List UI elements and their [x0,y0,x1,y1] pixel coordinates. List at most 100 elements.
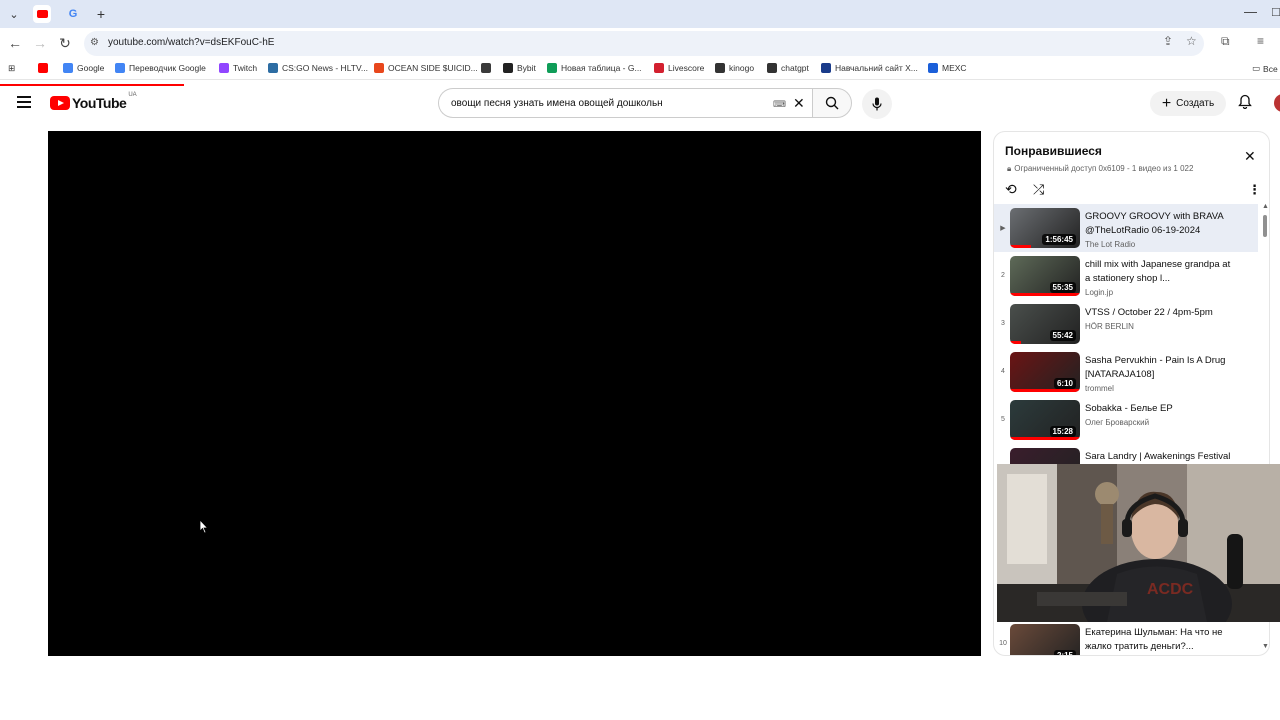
video-thumbnail[interactable]: 55:35 [1010,256,1080,296]
loop-playlist-icon[interactable]: ⟲ [1005,181,1017,198]
bookmark-item[interactable]: Livescore [654,63,704,73]
bookmark-label: MEXC [942,63,967,73]
list-item[interactable]: 3 55:42 VTSS / October 22 / 4pm-5pm HÖR BER… [994,300,1258,348]
create-button[interactable]: + Создать [1150,91,1226,116]
list-item-index: 4 [1001,368,1005,375]
scroll-up-arrow-icon[interactable]: ▲ [1262,203,1269,210]
video-title[interactable]: Екатерина Шульман: На что не жалко трати… [1085,626,1235,654]
video-thumbnail[interactable]: 1:56:45 [1010,208,1080,248]
list-item[interactable]: 2 55:35 chill mix with Japanese grandpa at… [994,252,1258,300]
list-item[interactable]: ▶ 1:56:45 GROOVY GROOVY with BRAVA @TheLot… [994,204,1258,252]
bookmark-item[interactable]: chatgpt [767,63,809,73]
video-title[interactable]: Sobakka - Белье EP [1085,402,1235,416]
back-arrow-icon[interactable]: ← [6,34,24,52]
channel-name[interactable]: Олег Броварский [1085,418,1149,427]
channel-name[interactable]: Login.jp [1085,288,1113,297]
video-thumbnail[interactable]: 6:10 [1010,352,1080,392]
video-title[interactable]: Sasha Pervukhin - Pain Is A Drug [NATARA… [1085,354,1235,382]
duration-badge: 15:28 [1049,426,1076,437]
install-app-icon[interactable]: ⇪ [1163,34,1173,48]
search-button[interactable] [812,88,852,118]
youtube-tab[interactable] [33,5,51,23]
video-thumbnail[interactable]: 15:28 [1010,400,1080,440]
list-item[interactable]: 4 6:10 Sasha Pervukhin - Pain Is A Drug [N… [994,348,1258,396]
minimize-icon[interactable]: — [1244,4,1257,19]
video-thumbnail[interactable]: 2:15 [1010,624,1080,655]
duration-badge: 6:10 [1053,378,1076,389]
bookmark-item[interactable] [38,63,52,73]
youtube-logo[interactable]: YouTube UA [50,92,137,111]
video-player[interactable] [48,131,981,656]
search-input[interactable]: овощи песня узнать имена овощей дошкольн… [438,88,812,118]
svg-text:ACDC: ACDC [1147,581,1194,598]
bookmark-favicon-icon [767,63,777,73]
bookmark-label: OCEAN SIDE $UICID... [388,63,478,73]
webcam-person-image: ACDC [997,464,1280,622]
notifications-bell-icon[interactable] [1238,94,1252,112]
bookmark-item[interactable]: Twitch [219,63,257,73]
bookmark-favicon-icon [503,63,513,73]
scrollbar-thumb[interactable] [1263,215,1267,237]
browser-toolbar: ← → ↻ ⚙ youtube.com/watch?v=dsEKFouC-hE … [0,28,1280,58]
mouse-cursor-icon [199,518,209,539]
video-title[interactable]: chill mix with Japanese grandpa at a sta… [1085,258,1235,286]
list-item[interactable]: 10 2:15 Екатерина Шульман: На что не жалко… [994,620,1258,655]
bookmark-favicon-icon [374,63,384,73]
bookmark-item[interactable]: CS:GO News - HLTV... [268,63,368,73]
channel-name[interactable]: HÖR BERLIN [1085,322,1134,331]
bookmark-item[interactable] [481,63,495,73]
duration-badge: 1:56:45 [1042,234,1076,245]
maximize-icon[interactable]: □ [1272,4,1280,19]
bookmark-favicon-icon [63,63,73,73]
bookmark-item[interactable]: MEXC [928,63,967,73]
close-playlist-icon[interactable]: ✕ [1244,148,1256,165]
tab-search-chevron-icon[interactable]: ⌄ [5,5,23,23]
forward-arrow-icon[interactable]: → [31,34,49,52]
channel-name[interactable]: The Lot Radio [1085,240,1135,249]
bookmark-item[interactable]: Переводчик Google [115,63,206,73]
scroll-down-arrow-icon[interactable]: ▼ [1262,643,1269,650]
reload-icon[interactable]: ↻ [56,34,74,52]
more-options-icon[interactable]: ⋮ [1248,182,1261,198]
reading-list-icon[interactable]: ≡ [1257,34,1264,48]
keyboard-icon[interactable]: ⌨ [773,99,786,110]
bookmark-item[interactable]: Bybit [503,63,536,73]
all-bookmarks[interactable]: ▭ Все [1252,63,1278,74]
bookmark-item[interactable]: kinogo [715,63,754,73]
youtube-play-logo-icon [50,96,70,110]
address-bar[interactable]: ⚙ youtube.com/watch?v=dsEKFouC-hE [84,31,1204,56]
clear-search-icon[interactable]: ✕ [793,95,805,112]
bookmark-label: Bybit [517,63,536,73]
plus-icon: + [1161,94,1172,112]
list-item-index: 3 [1001,320,1005,327]
voice-search-button[interactable] [862,89,892,119]
playlist-title[interactable]: Понравившиеся [1005,144,1102,158]
bookmark-item[interactable]: Новая таблица - G... [547,63,642,73]
bookmark-item[interactable]: OCEAN SIDE $UICID... [374,63,478,73]
avatar[interactable] [1274,94,1280,112]
bookmark-label: Переводчик Google [129,63,206,73]
bookmark-star-icon[interactable]: ☆ [1186,34,1197,48]
bookmark-label: Навчальний сайт Х... [835,63,918,73]
video-thumbnail[interactable]: 55:42 [1010,304,1080,344]
bookmark-favicon-icon [821,63,831,73]
apps-grid-icon[interactable]: ⊞ [8,63,15,74]
google-tab[interactable]: G [64,5,82,23]
shuffle-icon[interactable]: ⤮ [1033,181,1044,198]
list-item[interactable]: 5 15:28 Sobakka - Белье EP Олег Броварский [994,396,1258,444]
youtube-favicon-icon [36,10,48,18]
menu-icon[interactable] [17,96,31,108]
watch-progress-bar [1010,245,1031,248]
video-title[interactable]: GROOVY GROOVY with BRAVA @TheLotRadio 06… [1085,210,1235,238]
site-info-icon[interactable]: ⚙ [90,37,99,48]
extensions-icon[interactable]: ⧉ [1221,34,1230,49]
bookmark-item[interactable]: Навчальний сайт Х... [821,63,918,73]
channel-name[interactable]: trommel [1085,384,1114,393]
bookmark-item[interactable]: Google [63,63,104,73]
bookmark-favicon-icon [268,63,278,73]
list-item-index: 2 [1001,272,1005,279]
playlist-meta: 🔒︎ Ограниченный доступ 0x6109 - 1 видео и… [1007,164,1193,174]
new-tab-plus-icon[interactable]: + [92,5,110,23]
video-title[interactable]: VTSS / October 22 / 4pm-5pm [1085,306,1235,320]
bookmark-favicon-icon [481,63,491,73]
